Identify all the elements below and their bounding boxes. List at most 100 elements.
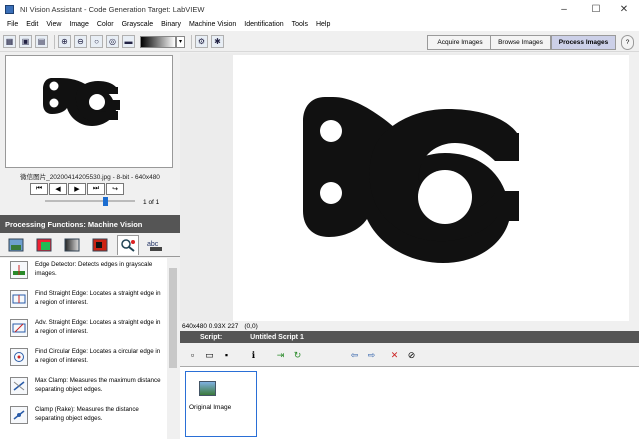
process-images-button[interactable]: Process Images bbox=[551, 35, 616, 50]
help-button[interactable]: ? bbox=[621, 35, 634, 50]
color-palette-icon[interactable]: ▬ bbox=[122, 35, 135, 48]
menu-edit[interactable]: Edit bbox=[22, 21, 42, 28]
image-icon bbox=[199, 381, 216, 396]
run-once-icon[interactable]: ⇥ bbox=[274, 349, 287, 362]
image-category-icon[interactable] bbox=[5, 235, 27, 255]
status-bar: 640x480 0.93X 227 (0,0) bbox=[180, 321, 639, 331]
menu-help[interactable]: Help bbox=[312, 21, 334, 28]
function-description: Max Clamp: Measures the maximum distance… bbox=[35, 377, 161, 393]
function-description: Find Circular Edge: Locates a circular e… bbox=[35, 348, 161, 364]
svg-text:abc: abc bbox=[147, 241, 159, 248]
part-image bbox=[303, 97, 519, 263]
grayscale-category-icon[interactable] bbox=[61, 235, 83, 255]
script-area[interactable]: Original Image bbox=[180, 366, 639, 439]
function-find-straight-edge[interactable]: Find Straight Edge: Locates a straight e… bbox=[0, 287, 167, 316]
maximize-button[interactable]: ☐ bbox=[581, 0, 611, 18]
clamp-rake-icon bbox=[10, 406, 28, 424]
menu-image[interactable]: Image bbox=[65, 21, 92, 28]
title-bar: NI Vision Assistant - Code Generation Ta… bbox=[0, 0, 639, 18]
function-clamp-rake[interactable]: Clamp (Rake): Measures the distance sepa… bbox=[0, 403, 167, 432]
move-right-icon[interactable]: ⇨ bbox=[365, 349, 378, 362]
acquire-images-button[interactable]: Acquire Images bbox=[427, 35, 493, 50]
close-button[interactable]: ✕ bbox=[609, 0, 639, 18]
function-edge-detector[interactable]: Edge Detector: Detects edges in grayscal… bbox=[0, 258, 167, 287]
machine-vision-category-icon[interactable] bbox=[117, 234, 139, 255]
script-label: Script: bbox=[200, 333, 223, 341]
function-description: Adv. Straight Edge: Locates a straight e… bbox=[35, 319, 161, 335]
function-find-circular-edge[interactable]: Find Circular Edge: Locates a circular e… bbox=[0, 345, 167, 374]
next-image-button[interactable]: ▶ bbox=[68, 183, 86, 195]
menu-color[interactable]: Color bbox=[93, 21, 118, 28]
color-category-icon[interactable] bbox=[33, 235, 55, 255]
main-image[interactable] bbox=[233, 55, 629, 321]
settings-icon[interactable]: ⚙ bbox=[195, 35, 208, 48]
print-icon[interactable]: ▤ bbox=[35, 35, 48, 48]
app-icon bbox=[5, 4, 14, 14]
previous-image-button[interactable]: ◀ bbox=[49, 183, 67, 195]
toolbar-divider bbox=[191, 34, 192, 49]
find-straight-edge-icon bbox=[10, 290, 28, 308]
zoom-1-to-1-icon[interactable]: ○ bbox=[90, 35, 103, 48]
function-categories: abc bbox=[0, 233, 180, 257]
zoom-out-icon[interactable]: ⊖ bbox=[74, 35, 87, 48]
open-image-icon[interactable]: ▦ bbox=[3, 35, 16, 48]
script-name: Untitled Script 1 bbox=[250, 333, 304, 341]
chevron-down-icon[interactable]: ▾ bbox=[176, 35, 185, 48]
identification-category-icon[interactable]: abc bbox=[145, 235, 167, 255]
max-clamp-icon bbox=[10, 377, 28, 395]
save-script-icon[interactable]: ▪ bbox=[220, 349, 233, 362]
info-icon[interactable]: ℹ bbox=[247, 349, 260, 362]
binary-category-icon[interactable] bbox=[89, 235, 111, 255]
menu-grayscale[interactable]: Grayscale bbox=[118, 21, 158, 28]
disable-step-icon[interactable]: ⊘ bbox=[405, 349, 418, 362]
menu-machine-vision[interactable]: Machine Vision bbox=[185, 21, 240, 28]
gray-palette-selector[interactable] bbox=[140, 35, 176, 48]
processing-functions-header: Processing Functions: Machine Vision bbox=[0, 215, 180, 233]
function-adv-straight-edge[interactable]: Adv. Straight Edge: Locates a straight e… bbox=[0, 316, 167, 345]
script-toolbar: ▫ ▭ ▪ ℹ ⇥ ↻ ⇦ ⇨ ✕ ⊘ bbox=[180, 345, 639, 365]
menu-view[interactable]: View bbox=[42, 21, 65, 28]
move-left-icon[interactable]: ⇦ bbox=[348, 349, 361, 362]
run-loop-icon[interactable]: ↻ bbox=[291, 349, 304, 362]
function-list: Edge Detector: Detects edges in grayscal… bbox=[0, 258, 167, 439]
menu-file[interactable]: File bbox=[3, 21, 22, 28]
page-total: 1 bbox=[155, 199, 160, 206]
function-description: Find Straight Edge: Locates a straight e… bbox=[35, 290, 161, 306]
menu-binary[interactable]: Binary bbox=[157, 21, 185, 28]
image-slider-handle[interactable] bbox=[103, 197, 108, 206]
function-max-clamp[interactable]: Max Clamp: Measures the maximum distance… bbox=[0, 374, 167, 403]
toolbar-divider bbox=[54, 34, 55, 49]
function-list-scroll-thumb[interactable] bbox=[169, 268, 177, 368]
script-step-original-image[interactable]: Original Image bbox=[185, 371, 257, 437]
image-slider-track[interactable] bbox=[45, 200, 135, 202]
cursor-coordinates: (0,0) bbox=[244, 322, 258, 330]
solution-wizard-icon[interactable]: ✱ bbox=[211, 35, 224, 48]
image-thumbnail[interactable] bbox=[5, 55, 173, 168]
menu-bar: File Edit View Image Color Grayscale Bin… bbox=[0, 18, 639, 31]
page-indicator: 1 of 1 bbox=[143, 199, 159, 206]
loop-button[interactable]: ↪ bbox=[106, 183, 124, 195]
page-current: 1 bbox=[143, 199, 147, 206]
canvas-vertical-scrollbar[interactable] bbox=[629, 53, 639, 321]
image-info: 640x480 0.93X 227 bbox=[182, 322, 239, 330]
zoom-in-icon[interactable]: ⊕ bbox=[58, 35, 71, 48]
menu-tools[interactable]: Tools bbox=[288, 21, 312, 28]
save-image-icon[interactable]: ▣ bbox=[19, 35, 32, 48]
edge-detector-icon bbox=[10, 261, 28, 279]
delete-step-icon[interactable]: ✕ bbox=[388, 349, 401, 362]
function-description: Clamp (Rake): Measures the distance sepa… bbox=[35, 406, 139, 422]
first-image-button[interactable]: ⏮ bbox=[30, 183, 48, 195]
browse-images-button[interactable]: Browse Images bbox=[490, 35, 551, 50]
thumbnail-caption: 微信图片_20200414205530.jpg - 8-bit - 640x48… bbox=[20, 174, 160, 181]
new-script-icon[interactable]: ▫ bbox=[186, 349, 199, 362]
script-header: Script: Untitled Script 1 bbox=[180, 331, 639, 343]
left-panel: 微信图片_20200414205530.jpg - 8-bit - 640x48… bbox=[0, 53, 180, 439]
open-script-icon[interactable]: ▭ bbox=[203, 349, 216, 362]
last-image-button[interactable]: ⏭ bbox=[87, 183, 105, 195]
window-title: NI Vision Assistant - Code Generation Ta… bbox=[20, 4, 205, 14]
script-step-label: Original Image bbox=[189, 404, 232, 411]
minimize-button[interactable]: – bbox=[549, 0, 579, 18]
zoom-fit-icon[interactable]: ◎ bbox=[106, 35, 119, 48]
menu-identification[interactable]: Identification bbox=[240, 21, 287, 28]
image-navigation: ⏮ ◀ ▶ ⏭ ↪ bbox=[30, 183, 125, 195]
